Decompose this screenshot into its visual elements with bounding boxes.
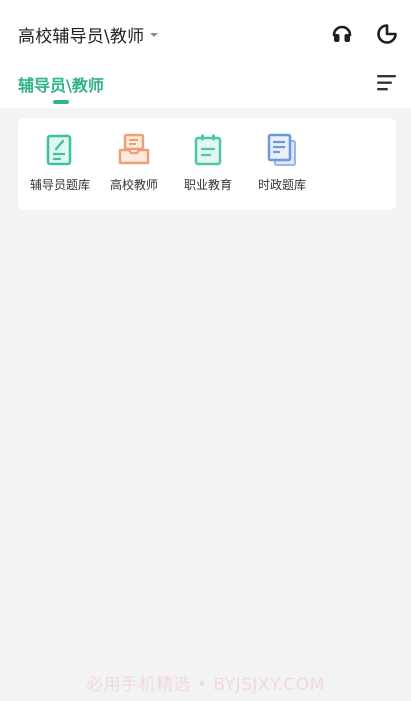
chevron-down-icon [150,33,159,37]
pie-chart-icon [377,24,397,44]
watermark: 必用手机精选 • BYJSJXY.COM [86,675,325,695]
tab-bar: 辅导员\教师 [0,66,411,108]
grid-item-label: 时政题库 [257,178,306,192]
grid-item-university-teacher[interactable]: 高校教师 [96,132,172,202]
folder-box-icon [118,133,150,165]
active-tab-indicator [53,100,69,104]
tab-counselor-teacher[interactable]: 辅导员\教师 [18,72,104,96]
grid-item-label: 辅导员题库 [29,178,90,192]
grid-item-label: 职业教育 [183,178,232,192]
stats-button[interactable] [373,20,401,48]
content-area: 辅导员题库 高校教师 职业教育 时政题库 [0,108,411,701]
category-selector[interactable]: 高校辅导员\教师 [18,22,159,47]
headset-icon [332,25,352,42]
grid-item-counselor-bank[interactable]: 辅导员题库 [22,132,98,202]
grid-item-current-affairs-bank[interactable]: 时政题库 [244,132,320,202]
menu-button[interactable] [376,72,398,94]
category-card: 辅导员题库 高校教师 职业教育 时政题库 [18,118,396,210]
document-pencil-icon [46,134,72,166]
grid-item-label: 高校教师 [109,178,158,192]
menu-lines-icon [377,75,396,91]
stacked-docs-icon [267,133,296,166]
grid-item-vocational-education[interactable]: 职业教育 [170,132,246,202]
clipboard-icon [194,134,222,166]
headset-button[interactable] [328,20,356,48]
top-bar: 高校辅导员\教师 [0,0,411,66]
page-title: 高校辅导员\教师 [18,26,145,47]
category-grid: 辅导员题库 高校教师 职业教育 时政题库 [18,118,396,210]
